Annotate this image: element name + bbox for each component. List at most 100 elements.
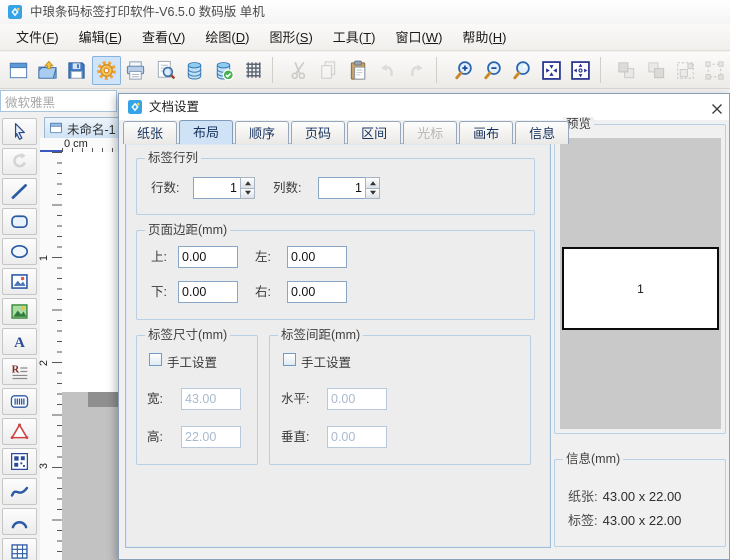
tab-range[interactable]: 区间 (347, 121, 402, 144)
toolbar-icon (7, 59, 30, 82)
spin-up-button[interactable] (240, 177, 255, 189)
qrcode-tool[interactable] (2, 448, 37, 475)
document-tab[interactable]: 未命名-1 (44, 117, 120, 138)
tool-icon (9, 241, 30, 262)
menu-window[interactable]: 窗口(W) (385, 24, 452, 51)
print-preview-button[interactable] (151, 56, 179, 85)
group-title: 标签尺寸(mm) (145, 328, 231, 343)
margin-left-input[interactable] (287, 246, 347, 268)
send-back-button[interactable] (642, 56, 670, 85)
manual-gap-checkbox[interactable] (283, 353, 296, 366)
ellipse-tool[interactable] (2, 238, 37, 265)
fit-selection-button[interactable] (566, 56, 594, 85)
tool-icon (9, 331, 30, 352)
curve-tool[interactable] (2, 478, 37, 505)
group-title: 标签间距(mm) (278, 328, 364, 343)
tool-icon (9, 301, 30, 322)
gap-vertical-input[interactable] (327, 426, 387, 448)
label-width-input[interactable] (181, 388, 241, 410)
ungroup-button[interactable] (701, 56, 729, 85)
layout-tab-panel: 标签行列 行数: 列数: 页面边距(mm) 上: 左: 下: 右: (125, 143, 551, 548)
image-frame-tool[interactable] (2, 268, 37, 295)
open-file-button[interactable] (33, 56, 61, 85)
text-tool[interactable] (2, 328, 37, 355)
cols-input[interactable] (318, 177, 366, 199)
line-tool[interactable] (2, 178, 37, 205)
tab-paper[interactable]: 纸张 (123, 121, 178, 144)
label-page-canvas[interactable] (62, 152, 118, 392)
zoom-out-button[interactable] (478, 56, 506, 85)
barcode-tool[interactable] (2, 388, 37, 415)
shape-tool[interactable] (2, 418, 37, 445)
select-tool[interactable] (2, 118, 37, 145)
margin-right-input[interactable] (287, 281, 347, 303)
margin-bottom-input[interactable] (178, 281, 238, 303)
paste-button[interactable] (344, 56, 372, 85)
tab-info[interactable]: 信息 (515, 121, 570, 144)
tool-icon (9, 151, 30, 172)
toolbar-separator (272, 57, 281, 83)
tab-layout[interactable]: 布局 (179, 120, 234, 144)
tool-icon (9, 391, 30, 412)
menu-shape[interactable]: 图形(S) (259, 24, 322, 51)
manual-size-checkbox[interactable] (149, 353, 162, 366)
database-button[interactable] (180, 56, 208, 85)
tool-icon (9, 271, 30, 292)
toolbar-separator (436, 57, 445, 83)
zoom-in-button[interactable] (449, 56, 477, 85)
toolbar-icon (124, 59, 147, 82)
rich-text-tool[interactable] (2, 358, 37, 385)
label-size-info: 标签: 43.00 x 22.00 (568, 513, 682, 528)
menu-file[interactable]: 文件(F) (6, 24, 69, 51)
menu-help[interactable]: 帮助(H) (452, 24, 516, 51)
picture-tool[interactable] (2, 298, 37, 325)
fit-page-button[interactable] (537, 56, 565, 85)
toolbar-icon (645, 59, 668, 82)
database-connect-button[interactable] (210, 56, 238, 85)
menu-view[interactable]: 查看(V) (132, 24, 195, 51)
bring-front-button[interactable] (613, 56, 641, 85)
menu-draw[interactable]: 绘图(D) (195, 24, 259, 51)
undo-button[interactable] (373, 56, 401, 85)
label-height-input[interactable] (181, 426, 241, 448)
toolbar-icon (615, 59, 638, 82)
spin-up-button[interactable] (365, 177, 380, 189)
zoom-button[interactable] (508, 56, 536, 85)
tool-icon (9, 451, 30, 472)
print-button[interactable] (122, 56, 150, 85)
font-family-select[interactable] (0, 90, 117, 112)
spin-down-button[interactable] (365, 188, 380, 199)
cut-button[interactable] (285, 56, 313, 85)
tab-order[interactable]: 顺序 (235, 121, 290, 144)
cols-label: 列数: (273, 181, 302, 195)
group-button[interactable] (671, 56, 699, 85)
spin-down-button[interactable] (240, 188, 255, 199)
gap-horizontal-input[interactable] (327, 388, 387, 410)
margin-top-label: 上: (151, 250, 167, 264)
copy-button[interactable] (315, 56, 343, 85)
document-settings-button[interactable] (92, 55, 121, 85)
tab-cursor[interactable]: 光标 (403, 121, 458, 144)
margin-top-input[interactable] (178, 246, 238, 268)
group-title: 标签行列 (145, 151, 202, 166)
toolbar-icon (36, 59, 59, 82)
arc-tool[interactable] (2, 508, 37, 535)
new-document-button[interactable] (4, 56, 32, 85)
save-button[interactable] (63, 56, 91, 85)
menu-edit[interactable]: 编辑(E) (69, 24, 132, 51)
tool-icon (9, 511, 30, 532)
tab-canvas[interactable]: 画布 (459, 121, 514, 144)
ruler-number: 1 (38, 254, 51, 262)
tab-page-number[interactable]: 页码 (291, 121, 346, 144)
rounded-rect-tool[interactable] (2, 208, 37, 235)
dialog-close-button[interactable] (703, 98, 721, 116)
grid-settings-button[interactable] (239, 56, 267, 85)
menu-tools[interactable]: 工具(T) (323, 24, 386, 51)
redo-button[interactable] (403, 56, 431, 85)
rotate-tool[interactable] (2, 148, 37, 175)
toolbar-icon (95, 59, 118, 82)
tool-icon (9, 121, 30, 142)
table-tool[interactable] (2, 538, 37, 560)
label-size-value: 43.00 x 22.00 (602, 513, 682, 528)
rows-input[interactable] (193, 177, 241, 199)
